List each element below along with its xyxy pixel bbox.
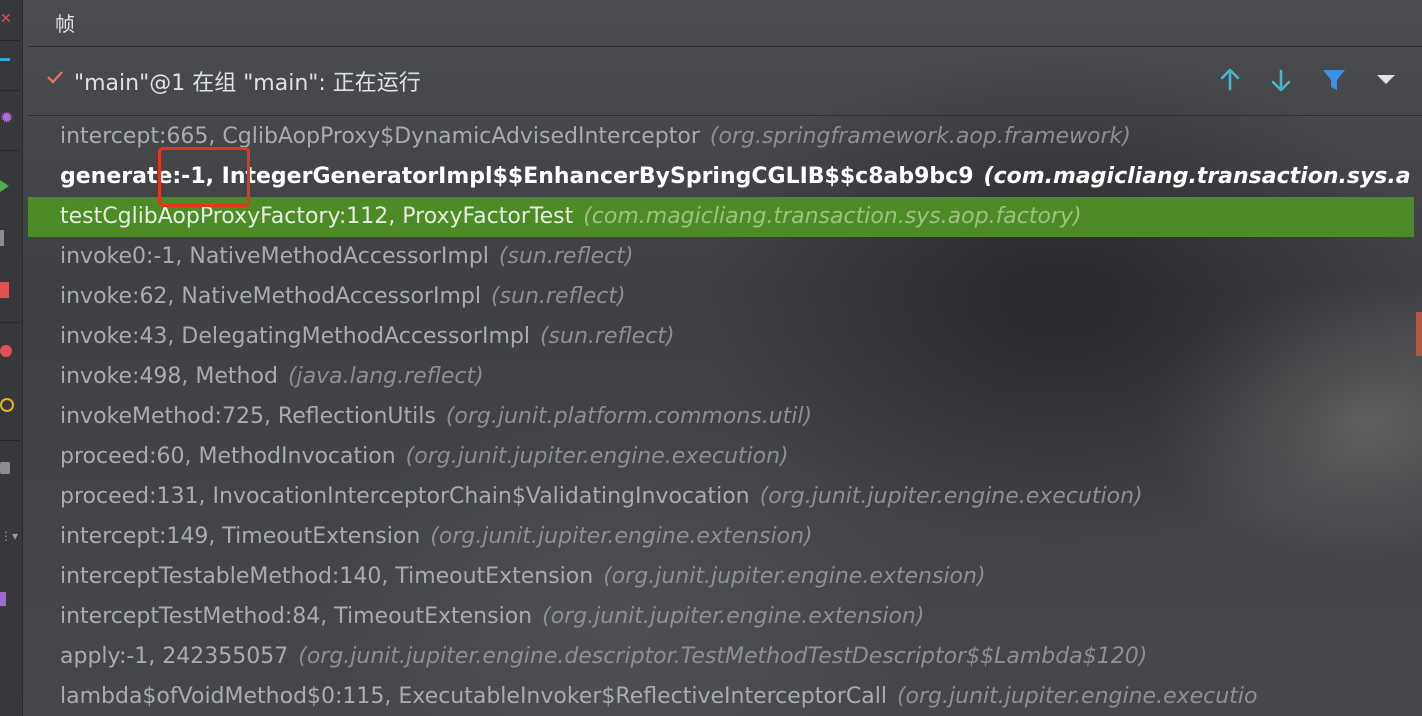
frame-method: lambda$ofVoidMethod$0:115, ExecutableInv…: [60, 684, 887, 709]
stack-frame-row[interactable]: invoke0:-1, NativeMethodAccessorImpl (sun…: [28, 237, 1414, 277]
stack-frame-row[interactable]: invoke:62, NativeMethodAccessorImpl (sun.…: [28, 277, 1414, 317]
frame-method: invokeMethod:725, ReflectionUtils: [60, 404, 436, 429]
frame-method: testCglibAopProxyFactory:112, ProxyFacto…: [60, 204, 574, 229]
stack-frame-row[interactable]: invoke:43, DelegatingMethodAccessorImpl (…: [28, 317, 1414, 357]
stack-frame-row[interactable]: lambda$ofVoidMethod$0:115, ExecutableInv…: [28, 677, 1414, 716]
frame-package: (org.junit.jupiter.engine.executio: [896, 684, 1258, 709]
frame-package: (com.magicliang.transaction.sys.aop.fact…: [583, 204, 1082, 229]
frame-method: interceptTestableMethod:140, TimeoutExte…: [60, 564, 594, 589]
frame-package: (com.magicliang.transaction.sys.a: [983, 164, 1411, 189]
frame-package: (org.junit.jupiter.engine.extension): [603, 564, 986, 589]
annotation-highlight-box: [158, 147, 250, 207]
breakpoints-icon[interactable]: [0, 345, 12, 357]
thread-selector[interactable]: "main"@1 在组 "main": 正在运行: [28, 47, 1422, 116]
divider: [0, 322, 20, 323]
frame-method: invoke:43, DelegatingMethodAccessorImpl: [60, 324, 530, 349]
frame-package: (org.junit.jupiter.engine.extension): [542, 604, 925, 629]
frame-package: (org.junit.jupiter.engine.descriptor.Tes…: [298, 644, 1148, 669]
stop-icon[interactable]: [0, 282, 9, 298]
frame-package: (org.junit.jupiter.engine.execution): [405, 444, 789, 469]
frame-method: intercept:665, CglibAopProxy$DynamicAdvi…: [60, 124, 700, 149]
frame-method: proceed:60, MethodInvocation: [60, 444, 396, 469]
more-icon[interactable]: ⋮▾: [0, 530, 18, 544]
frame-method: invoke0:-1, NativeMethodAccessorImpl: [60, 244, 489, 269]
mute-breakpoints-icon[interactable]: [0, 398, 14, 412]
checkmark-icon: [46, 69, 64, 89]
arrow-down-icon[interactable]: [1266, 65, 1296, 95]
stack-frame-row[interactable]: invokeMethod:725, ReflectionUtils (org.ju…: [28, 397, 1414, 437]
stack-frame-row[interactable]: proceed:60, MethodInvocation (org.junit.j…: [28, 437, 1414, 477]
stack-frame-row[interactable]: intercept:149, TimeoutExtension (org.juni…: [28, 517, 1414, 557]
settings-icon[interactable]: ✹: [0, 110, 14, 126]
scrollbar-thumb[interactable]: [1416, 312, 1422, 356]
frame-package: (sun.reflect): [490, 284, 626, 309]
frame-method: invoke:62, NativeMethodAccessorImpl: [60, 284, 481, 309]
pin-icon[interactable]: [0, 592, 6, 606]
frame-package: (sun.reflect): [539, 324, 675, 349]
stack-frame-row[interactable]: interceptTestMethod:84, TimeoutExtension…: [28, 597, 1414, 637]
frame-package: (org.junit.platform.commons.util): [445, 404, 813, 429]
resume-icon[interactable]: [0, 180, 9, 192]
close-icon[interactable]: ✕: [0, 12, 14, 26]
step-over-icon[interactable]: [0, 58, 10, 61]
dropdown-icon[interactable]: [1371, 65, 1401, 95]
camera-icon[interactable]: [0, 462, 10, 474]
frame-method: proceed:131, InvocationInterceptorChain$…: [60, 484, 750, 509]
frame-method: intercept:149, TimeoutExtension: [60, 524, 421, 549]
frame-package: (org.junit.jupiter.engine.execution): [759, 484, 1143, 509]
frame-method: interceptTestMethod:84, TimeoutExtension: [60, 604, 533, 629]
divider: [0, 150, 20, 151]
stack-frame-row[interactable]: interceptTestableMethod:140, TimeoutExte…: [28, 557, 1414, 597]
divider: [0, 440, 20, 441]
debugger-frames-panel: ✕ ✹ ⋮▾ 帧 "main"@1 在组 "main": 正在运行 interc…: [0, 0, 1422, 716]
panel-header: 帧: [28, 0, 1422, 47]
frame-package: (org.junit.jupiter.engine.extension): [430, 524, 813, 549]
stack-frame-row[interactable]: proceed:131, InvocationInterceptorChain$…: [28, 477, 1414, 517]
frame-package: (sun.reflect): [498, 244, 634, 269]
thread-label[interactable]: "main"@1 在组 "main": 正在运行: [74, 65, 421, 97]
arrow-up-icon[interactable]: [1215, 65, 1245, 95]
frame-method: apply:-1, 242355057: [60, 644, 289, 669]
debug-toolstrip: ✕ ✹ ⋮▾: [0, 0, 23, 716]
panel-title: 帧: [55, 12, 75, 36]
divider: [0, 90, 20, 91]
divider: [0, 40, 20, 41]
stack-frame-row[interactable]: invoke:498, Method (java.lang.reflect): [28, 357, 1414, 397]
stack-frame-row[interactable]: apply:-1, 242355057 (org.junit.jupiter.en…: [28, 637, 1414, 677]
filter-icon[interactable]: [1319, 65, 1349, 95]
frame-package: (org.springframework.aop.framework): [709, 124, 1131, 149]
frame-package: (java.lang.reflect): [287, 364, 484, 389]
frame-method: invoke:498, Method: [60, 364, 278, 389]
pause-icon[interactable]: [0, 230, 4, 246]
